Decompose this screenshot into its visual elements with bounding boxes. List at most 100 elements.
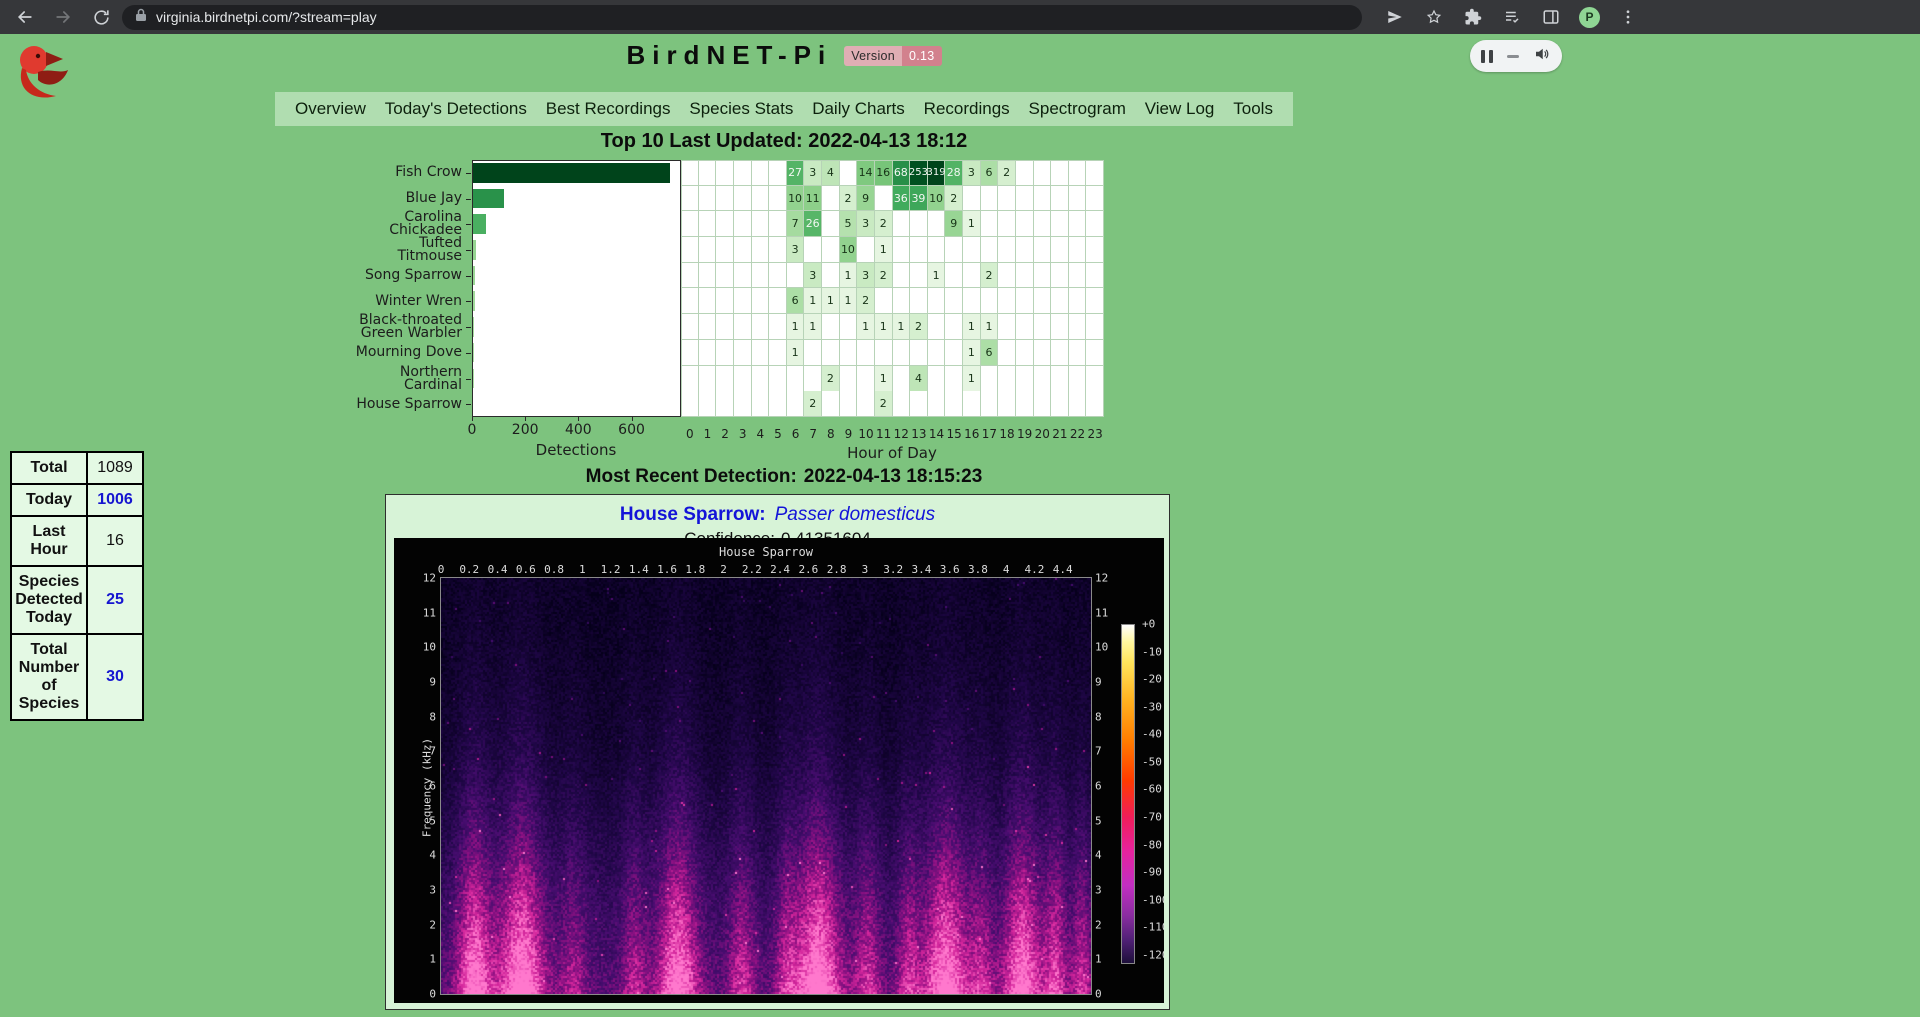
heat-cell <box>857 237 875 263</box>
heat-cell <box>981 211 999 237</box>
heat-cell: 1 <box>787 340 805 366</box>
freq-tick-label: 7 <box>410 745 436 758</box>
nav-item-species-stats[interactable]: Species Stats <box>689 99 793 119</box>
nav-item-recordings[interactable]: Recordings <box>924 99 1010 119</box>
heat-cell <box>945 288 963 314</box>
hour-tick-label: 0 <box>686 427 694 441</box>
heat-cell: 2 <box>875 263 893 289</box>
heat-cell <box>998 237 1016 263</box>
forward-icon[interactable] <box>52 6 74 28</box>
reload-icon[interactable] <box>90 6 112 28</box>
heat-cell <box>840 391 858 417</box>
stats-label-total-number-of-species: Total Number of Species <box>11 634 87 720</box>
nav-item-spectrogram[interactable]: Spectrogram <box>1029 99 1126 119</box>
chart-row-tufted-titmouse: Tufted Titmouse3101 <box>355 237 1104 263</box>
heat-cell <box>1086 366 1104 392</box>
heat-cell <box>893 237 911 263</box>
chart-row-house-sparrow: House Sparrow22 <box>355 391 1104 417</box>
heat-cell <box>981 391 999 417</box>
heat-cell: 1 <box>963 366 981 392</box>
heat-cell <box>998 366 1016 392</box>
bar-cell <box>472 160 681 186</box>
heat-cell <box>1086 314 1104 340</box>
detections-bar <box>472 163 670 183</box>
address-bar[interactable]: virginia.birdnetpi.com/?stream=play <box>122 5 1362 30</box>
version-badge: Version 0.13 <box>844 46 941 66</box>
time-tick-label: 3 <box>862 563 869 576</box>
heat-cell <box>928 314 946 340</box>
heat-cell <box>1051 366 1069 392</box>
heat-cell <box>716 366 734 392</box>
heat-cell <box>734 237 752 263</box>
stats-value-species-detected-today[interactable]: 25 <box>87 566 143 634</box>
heat-cell <box>769 237 787 263</box>
heat-cell: 2 <box>875 391 893 417</box>
freq-tick-label: 9 <box>410 676 436 689</box>
audio-player[interactable] <box>1470 40 1562 72</box>
heat-cell <box>928 340 946 366</box>
heat-cell <box>716 263 734 289</box>
heat-cell <box>822 237 840 263</box>
freq-tick-label: 0 <box>410 988 436 1001</box>
time-tick-label: 2.8 <box>827 563 847 576</box>
time-tick-label: 2.4 <box>770 563 790 576</box>
nav-item-daily-charts[interactable]: Daily Charts <box>812 99 905 119</box>
heat-cell: 10 <box>787 186 805 212</box>
heat-cell <box>1086 237 1104 263</box>
reading-list-icon[interactable] <box>1501 6 1523 28</box>
detection-species-link[interactable]: House Sparrow: <box>620 504 766 525</box>
heat-cell <box>734 211 752 237</box>
detections-bar <box>472 394 473 414</box>
most-recent-time: 2022-04-13 18:15:23 <box>804 466 983 487</box>
pause-icon[interactable] <box>1481 50 1493 63</box>
heat-cell <box>769 288 787 314</box>
nav-item-today-s-detections[interactable]: Today's Detections <box>385 99 527 119</box>
nav-item-tools[interactable]: Tools <box>1233 99 1273 119</box>
heat-cell <box>928 211 946 237</box>
back-icon[interactable] <box>14 6 36 28</box>
star-icon[interactable] <box>1423 6 1445 28</box>
heat-cell <box>1016 340 1034 366</box>
heat-cell <box>804 237 822 263</box>
db-tick-label: -120 <box>1142 948 1164 961</box>
side-panel-icon[interactable] <box>1540 6 1562 28</box>
heat-cell <box>910 237 928 263</box>
nav-item-overview[interactable]: Overview <box>295 99 366 119</box>
stats-value-total-number-of-species[interactable]: 30 <box>87 634 143 720</box>
heat-cell <box>769 314 787 340</box>
heat-cell <box>1069 391 1087 417</box>
heat-cell <box>1069 263 1087 289</box>
time-tick-label: 1.4 <box>629 563 649 576</box>
heat-cell <box>752 186 770 212</box>
heat-cell <box>998 340 1016 366</box>
time-tick-label: 1.8 <box>685 563 705 576</box>
extensions-icon[interactable] <box>1462 6 1484 28</box>
heat-cell <box>716 160 734 186</box>
freq-tick-label: 4 <box>410 849 436 862</box>
db-tick-label: -60 <box>1142 783 1162 796</box>
heat-cell: 1 <box>963 314 981 340</box>
detection-title: House Sparrow:Passer domesticus <box>386 504 1169 526</box>
nav-item-view-log[interactable]: View Log <box>1145 99 1215 119</box>
freq-tick-label: 7 <box>1095 745 1102 758</box>
hour-tick-label: 10 <box>858 427 873 441</box>
y-tick-mark <box>465 237 472 263</box>
heat-cell <box>1069 366 1087 392</box>
freq-tick-label: 12 <box>1095 572 1108 585</box>
send-icon[interactable] <box>1384 6 1406 28</box>
masthead: BirdNET-Pi Version 0.13 <box>0 40 1568 71</box>
hour-tick-label: 3 <box>739 427 747 441</box>
profile-avatar[interactable]: P <box>1579 7 1600 28</box>
heat-cell <box>928 288 946 314</box>
db-tick-label: -110 <box>1142 921 1164 934</box>
heat-cell: 9 <box>945 211 963 237</box>
x-tick-label: 600 <box>618 422 645 438</box>
speaker-icon[interactable] <box>1533 45 1551 68</box>
stats-value-today[interactable]: 1006 <box>87 484 143 516</box>
heat-cell: 10 <box>840 237 858 263</box>
freq-tick-label: 12 <box>410 572 436 585</box>
nav-item-best-recordings[interactable]: Best Recordings <box>546 99 671 119</box>
menu-icon[interactable] <box>1617 6 1639 28</box>
heat-cell: 39 <box>910 186 928 212</box>
heat-cell <box>1086 391 1104 417</box>
